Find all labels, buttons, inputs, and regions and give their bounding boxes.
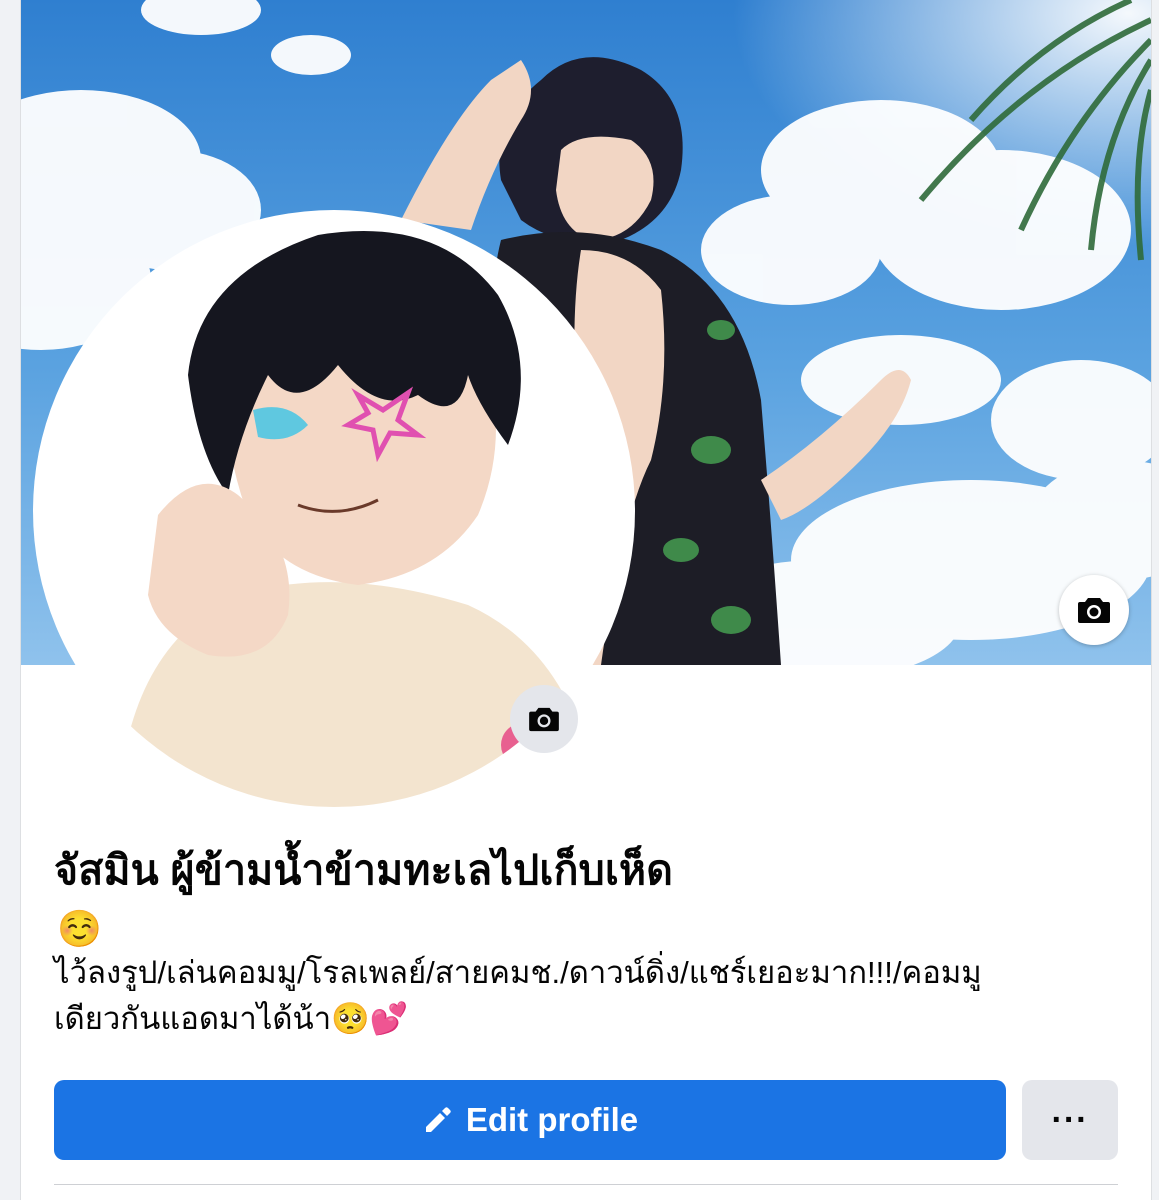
bio-line: ไว้ลงรูป/เล่นคอมมู/โรลเพลย์/สายคมช./ดาวน…: [54, 955, 982, 990]
bio-emoji: ☺️: [57, 908, 102, 949]
pencil-icon: [422, 1105, 452, 1135]
edit-profile-button[interactable]: Edit profile: [54, 1080, 1006, 1160]
section-divider: [54, 1184, 1118, 1185]
cover-camera-button[interactable]: [1059, 575, 1129, 645]
profile-bio: ไว้ลงรูป/เล่นคอมมู/โรลเพลย์/สายคมช./ดาวน…: [54, 950, 1114, 1042]
profile-page: จัสมิน ผู้ข้ามน้ำข้ามทะเลไปเก็บเห็ด ☺️ ไ…: [0, 0, 1159, 1200]
bio-line: เดียวกันแอดมาได้น้า🥺💕: [54, 1001, 409, 1036]
more-icon: ···: [1051, 1100, 1089, 1139]
profile-name: จัสมิน ผู้ข้ามน้ำข้ามทะเลไปเก็บเห็ด: [54, 847, 674, 893]
edit-profile-label: Edit profile: [465, 1101, 639, 1138]
more-options-button[interactable]: ···: [1022, 1080, 1118, 1160]
camera-icon: [1077, 596, 1111, 624]
profile-card: จัสมิน ผู้ข้ามน้ำข้ามทะเลไปเก็บเห็ด ☺️ ไ…: [20, 0, 1152, 1200]
avatar-camera-button[interactable]: [510, 685, 578, 753]
camera-icon: [528, 706, 560, 732]
